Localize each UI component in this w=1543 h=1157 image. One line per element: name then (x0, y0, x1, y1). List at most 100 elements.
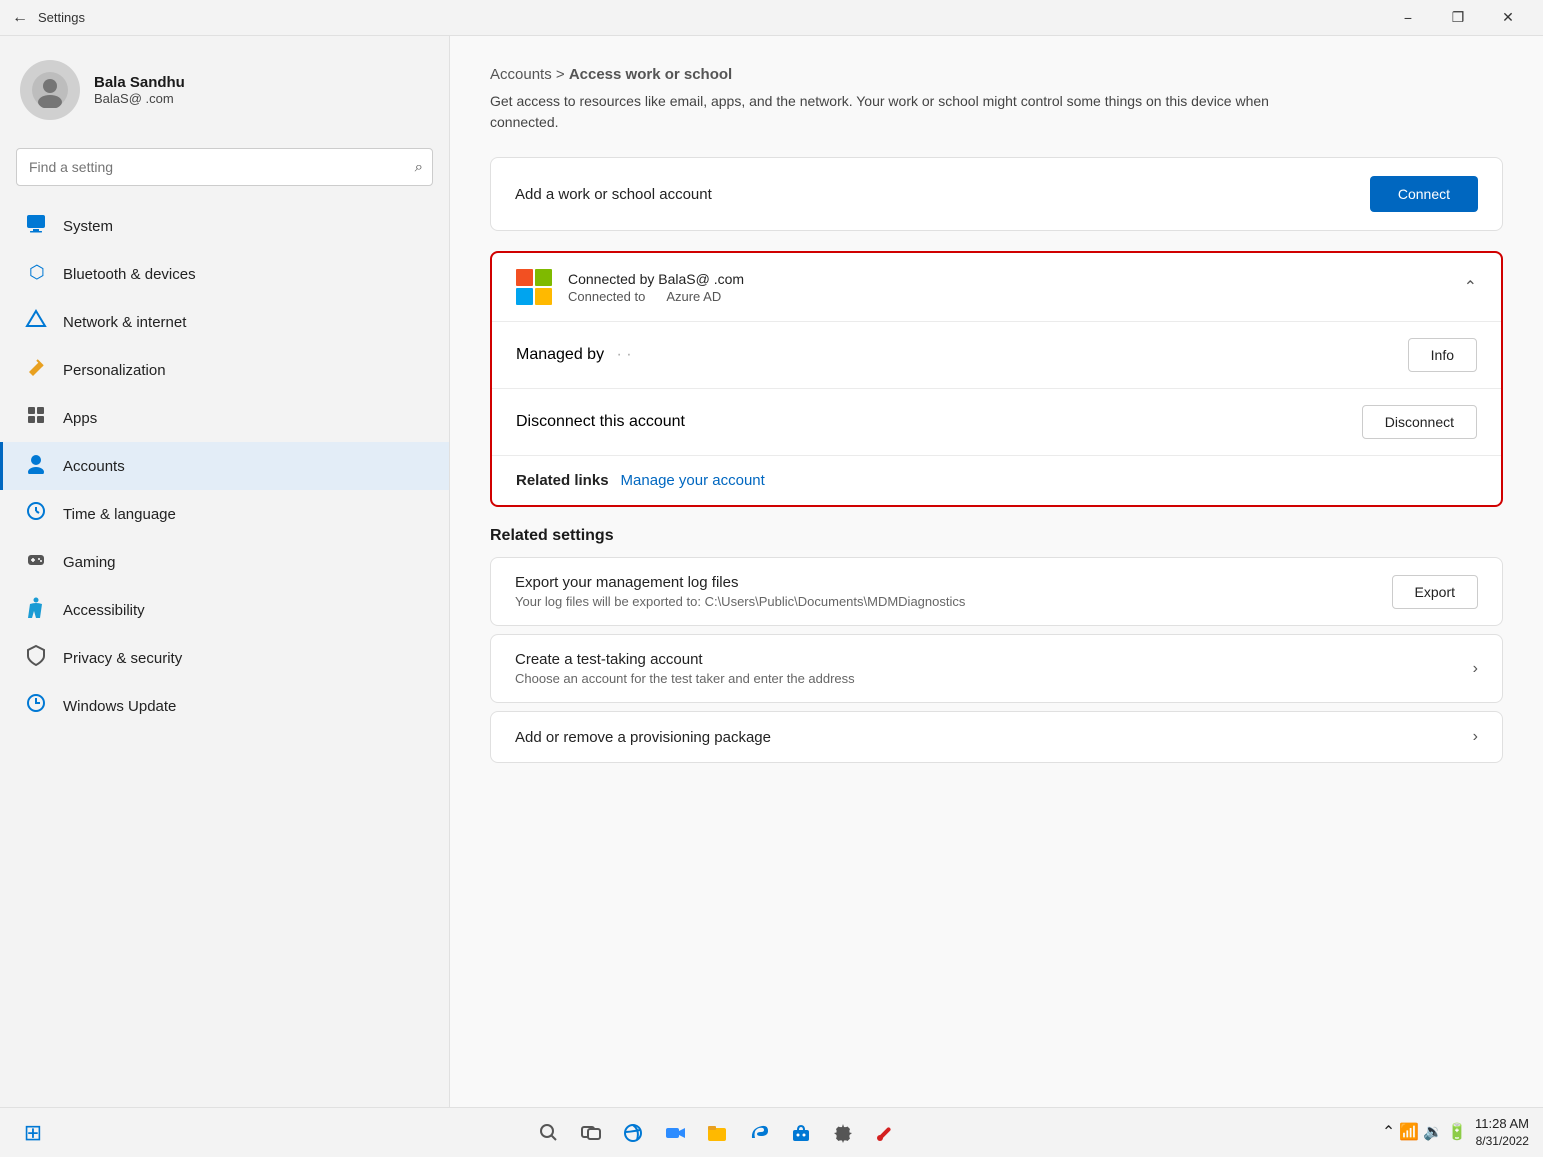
app-body: Bala Sandhu BalaS@ .com ⌕ System⬡Bluetoo… (0, 36, 1543, 1107)
network-icon (23, 308, 49, 336)
sidebar-item-gaming[interactable]: Gaming (0, 538, 449, 586)
settings-row-desc-0: Your log files will be exported to: C:\U… (515, 594, 1392, 609)
settings-row-1[interactable]: Create a test-taking accountChoose an ac… (490, 634, 1503, 703)
chevron-right-icon-1: › (1473, 660, 1478, 678)
zoom-app[interactable] (656, 1114, 694, 1152)
dev-tools-icon[interactable] (866, 1114, 904, 1152)
clock-time: 11:28 AM (1475, 1115, 1529, 1133)
gaming-icon (23, 548, 49, 576)
managed-by-row: Managed by · · Info (492, 322, 1501, 389)
add-account-label: Add a work or school account (515, 186, 712, 203)
main-content: Accounts > Access work or school Get acc… (450, 36, 1543, 1107)
svg-text:⬡: ⬡ (29, 262, 45, 282)
settings-row-title-2: Add or remove a provisioning package (515, 729, 1473, 746)
settings-row-0: Export your management log files Your log… (490, 557, 1503, 626)
azure-ad-label: Azure AD (666, 289, 721, 304)
chevron-right-icon-2: › (1473, 728, 1478, 746)
settings-row-2[interactable]: Add or remove a provisioning package› (490, 711, 1503, 763)
close-button[interactable]: ✕ (1485, 3, 1531, 33)
sidebar-item-apps[interactable]: Apps (0, 394, 449, 442)
apps-icon (23, 404, 49, 432)
restore-button[interactable]: ❐ (1435, 3, 1481, 33)
connected-email: Connected by BalaS@ .com (568, 271, 744, 287)
user-info: Bala Sandhu BalaS@ .com (94, 74, 185, 106)
titlebar: ← Settings − ❐ ✕ (0, 0, 1543, 36)
update-icon (23, 692, 49, 720)
page-title: Access work or school (569, 66, 732, 83)
breadcrumb: Accounts > Access work or school (490, 66, 1503, 83)
search-icon: ⌕ (415, 159, 423, 176)
sys-tray: ⌃ 📶 🔉 🔋 (1382, 1122, 1467, 1142)
user-email: BalaS@ .com (94, 91, 185, 106)
settings-row-title-1: Create a test-taking account (515, 651, 1473, 668)
system-icon (23, 212, 49, 240)
settings-row-title-0: Export your management log files (515, 574, 1392, 591)
sidebar-item-label-accounts: Accounts (63, 458, 125, 475)
settings-rows-container: Export your management log files Your log… (490, 557, 1503, 763)
sidebar-item-system[interactable]: System (0, 202, 449, 250)
settings-row-left-0: Export your management log files Your log… (515, 574, 1392, 609)
disconnect-button[interactable]: Disconnect (1362, 405, 1477, 439)
sidebar-item-personalization[interactable]: Personalization (0, 346, 449, 394)
nav-list: System⬡Bluetooth & devicesNetwork & inte… (0, 202, 449, 730)
taskbar-center (530, 1114, 904, 1152)
clock[interactable]: 11:28 AM 8/31/2022 (1475, 1115, 1529, 1150)
tray-wifi-icon: 📶 (1399, 1122, 1419, 1142)
add-account-card: Add a work or school account Connect (490, 157, 1503, 231)
settings-icon[interactable] (824, 1114, 862, 1152)
settings-row-action-button-0[interactable]: Export (1392, 575, 1478, 609)
sidebar-item-accounts[interactable]: Accounts (0, 442, 449, 490)
clock-date: 8/31/2022 (1475, 1133, 1529, 1150)
sidebar-item-time[interactable]: Time & language (0, 490, 449, 538)
personalization-icon (23, 356, 49, 384)
ms-logo-yellow (535, 288, 552, 305)
titlebar-controls: − ❐ ✕ (1385, 3, 1531, 33)
sidebar-item-accessibility[interactable]: Accessibility (0, 586, 449, 634)
titlebar-left: ← Settings (12, 9, 85, 27)
back-icon[interactable]: ← (12, 9, 28, 27)
edge-icon[interactable] (740, 1114, 778, 1152)
page-description: Get access to resources like email, apps… (490, 91, 1310, 133)
ms-logo-green (535, 269, 552, 286)
settings-row-left-1: Create a test-taking accountChoose an ac… (515, 651, 1473, 686)
sidebar: Bala Sandhu BalaS@ .com ⌕ System⬡Bluetoo… (0, 36, 450, 1107)
file-explorer[interactable] (698, 1114, 736, 1152)
sidebar-item-bluetooth[interactable]: ⬡Bluetooth & devices (0, 250, 449, 298)
windows-start-button[interactable]: ⊞ (14, 1114, 52, 1152)
minimize-button[interactable]: − (1385, 3, 1431, 33)
connected-account-info: Connected by BalaS@ .com Connected to Az… (516, 269, 744, 305)
task-view[interactable] (572, 1114, 610, 1152)
tray-chevron[interactable]: ⌃ (1382, 1122, 1395, 1142)
ms-logo-red (516, 269, 533, 286)
manage-account-link[interactable]: Manage your account (621, 472, 765, 489)
taskbar-right: ⌃ 📶 🔉 🔋 11:28 AM 8/31/2022 (1382, 1115, 1529, 1150)
info-button[interactable]: Info (1408, 338, 1477, 372)
user-profile[interactable]: Bala Sandhu BalaS@ .com (0, 48, 449, 140)
sidebar-item-label-time: Time & language (63, 506, 176, 523)
related-links-label: Related links (516, 472, 609, 489)
sidebar-item-label-gaming: Gaming (63, 554, 116, 571)
search-taskbar[interactable] (530, 1114, 568, 1152)
connect-button[interactable]: Connect (1370, 176, 1478, 212)
store-icon[interactable] (782, 1114, 820, 1152)
connected-account-header: Connected by BalaS@ .com Connected to Az… (492, 253, 1501, 322)
ms-logo (516, 269, 552, 305)
sidebar-item-privacy[interactable]: Privacy & security (0, 634, 449, 682)
connected-to-label: Connected to (568, 289, 645, 304)
taskbar: ⊞ ⌃ 📶 🔉 🔋 11:28 AM 8/31/2022 (0, 1107, 1543, 1157)
sidebar-item-update[interactable]: Windows Update (0, 682, 449, 730)
managed-by-value: · · (617, 346, 632, 363)
ms-logo-blue (516, 288, 533, 305)
accessibility-icon (23, 596, 49, 624)
sidebar-item-network[interactable]: Network & internet (0, 298, 449, 346)
add-account-row: Add a work or school account Connect (491, 158, 1502, 230)
related-settings-heading: Related settings (490, 527, 1503, 545)
search-input[interactable] (16, 148, 433, 186)
chevron-up-icon[interactable]: ⌃ (1464, 277, 1477, 297)
sidebar-item-label-apps: Apps (63, 410, 97, 427)
search-box: ⌕ (16, 148, 433, 186)
edge-browser[interactable] (614, 1114, 652, 1152)
connected-account-card: Connected by BalaS@ .com Connected to Az… (490, 251, 1503, 507)
breadcrumb-parent: Accounts (490, 66, 552, 83)
sidebar-item-label-accessibility: Accessibility (63, 602, 145, 619)
